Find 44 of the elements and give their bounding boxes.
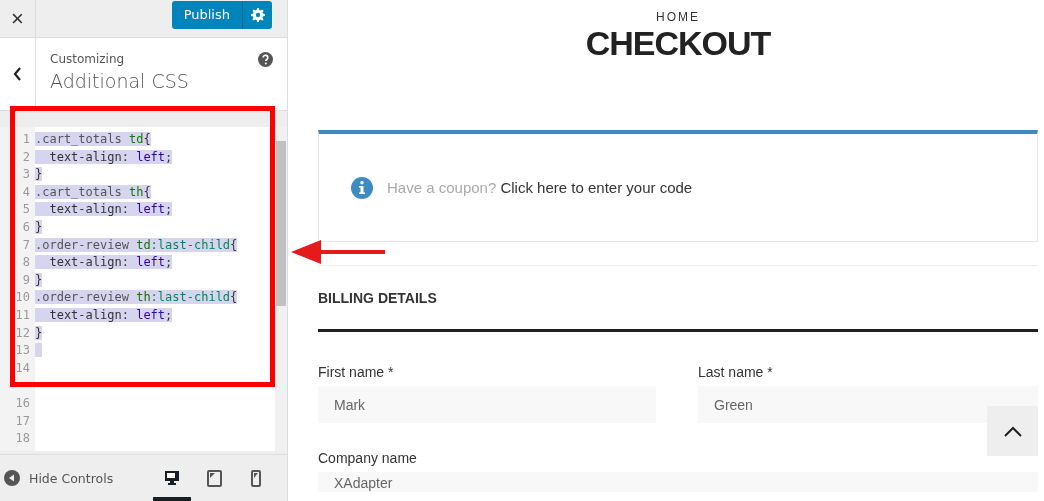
settings-button[interactable] — [242, 0, 272, 29]
field-label: First name * — [318, 364, 394, 380]
line-number: 7 — [21, 236, 31, 254]
back-icon — [13, 67, 22, 81]
line-number: 3 — [21, 166, 31, 184]
breadcrumb[interactable]: HOME — [656, 10, 700, 24]
chevron-up-icon — [1003, 425, 1022, 437]
line-number: 13 — [14, 342, 31, 360]
coupon-text: Have a coupon? Click here to enter your code — [387, 179, 693, 196]
info-icon — [351, 176, 373, 199]
settings-icon — [250, 7, 265, 22]
line-number: 12 — [14, 324, 31, 342]
help-icon[interactable] — [258, 52, 273, 67]
section-title: Additional CSS — [50, 70, 190, 92]
section-heading: BILLING DETAILS — [318, 290, 438, 306]
line-number: 1 — [21, 131, 31, 148]
code-editor[interactable] — [0, 127, 275, 451]
line-number: 2 — [21, 148, 31, 166]
line-number: 9 — [21, 271, 31, 289]
line-number: 17 — [14, 412, 31, 430]
line-number: 8 — [21, 254, 31, 272]
line-number: 6 — [21, 218, 31, 236]
field-label: Company name — [318, 450, 417, 466]
line-number: 4 — [21, 183, 31, 201]
line-number: 16 — [14, 394, 31, 412]
collapse-icon — [4, 470, 20, 486]
section-label: Customizing — [50, 52, 125, 66]
line-number: 5 — [21, 201, 31, 219]
mobile-icon — [251, 469, 261, 487]
input-field[interactable]: Mark — [318, 386, 656, 423]
input-field[interactable]: XAdapter — [318, 472, 1038, 492]
publish-button[interactable]: Publish — [171, 0, 242, 29]
desktop-icon — [164, 470, 180, 486]
line-number: 14 — [14, 359, 31, 377]
field-label: Last name * — [698, 364, 773, 380]
page-title: CHECKOUT — [585, 24, 771, 63]
line-number: 10 — [14, 289, 31, 307]
coupon-link[interactable]: Click here to enter your code — [500, 179, 693, 196]
input-field[interactable]: Green — [698, 386, 1038, 423]
line-number: 18 — [14, 430, 31, 448]
line-number: 11 — [14, 306, 31, 324]
hide-controls-button[interactable]: Hide Controls — [4, 470, 114, 486]
tablet-icon — [206, 469, 222, 487]
close-button[interactable]: × — [0, 0, 36, 38]
